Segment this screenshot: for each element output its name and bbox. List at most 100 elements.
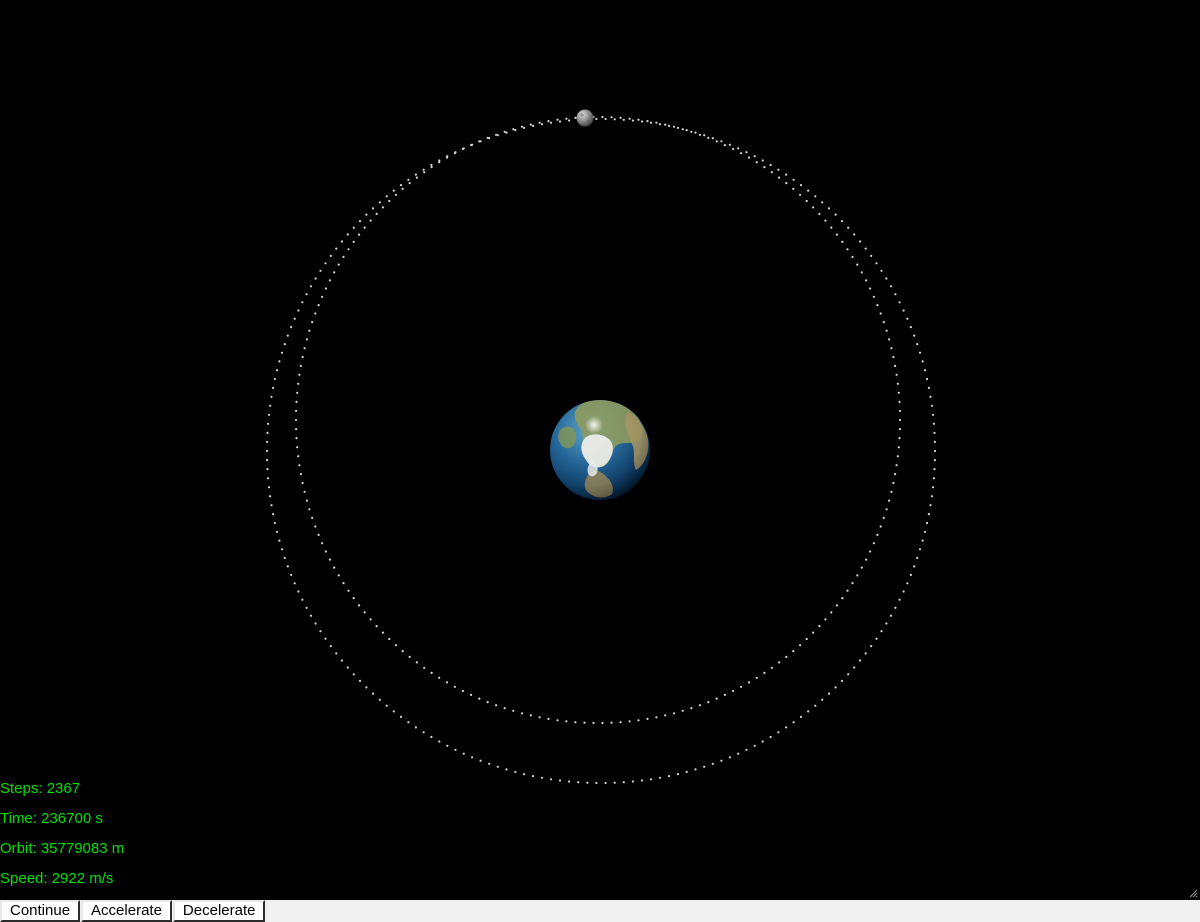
resize-grip-icon[interactable]	[1189, 889, 1198, 898]
trail-dot	[363, 226, 366, 229]
trail-dot	[538, 716, 541, 719]
trail-dot	[273, 521, 276, 525]
trail-dot	[267, 477, 270, 480]
trail-dot	[770, 171, 773, 174]
trail-dot	[619, 116, 622, 119]
trail-dot	[860, 271, 863, 274]
trail-dot	[898, 301, 901, 304]
trail-dot	[540, 123, 544, 126]
trail-dot	[818, 212, 821, 215]
trail-dot	[574, 116, 577, 119]
trail-dot	[394, 193, 397, 196]
trail-dot	[399, 184, 403, 187]
trail-dot	[267, 486, 271, 489]
trail-dot	[932, 477, 936, 480]
trail-dot	[888, 338, 891, 341]
trail-dot	[880, 630, 883, 633]
trail-dot	[523, 126, 526, 129]
trail-dot	[897, 446, 900, 449]
trail-dot	[324, 637, 327, 640]
trail-dot	[812, 631, 815, 634]
trail-dot	[876, 304, 879, 307]
trail-dot	[301, 481, 304, 485]
trail-dot	[378, 698, 381, 701]
trail-dot	[283, 343, 286, 346]
trail-dot	[295, 409, 298, 412]
trail-dot	[314, 312, 317, 315]
trail-dot	[658, 123, 662, 126]
trail-dot	[583, 721, 586, 724]
trail-dot	[690, 707, 693, 710]
time-readout: Time: 236700 s	[0, 810, 103, 827]
trail-dot	[745, 748, 748, 751]
trail-dot	[785, 173, 788, 176]
trail-dot	[538, 121, 541, 124]
trail-dot	[503, 130, 506, 133]
trail-dot	[478, 140, 481, 143]
trail-dot	[846, 248, 849, 251]
trail-dot	[286, 334, 289, 337]
trail-dot	[690, 130, 693, 133]
trail-dot	[375, 212, 378, 215]
decelerate-button[interactable]: Decelerate	[172, 900, 266, 922]
trail-dot	[337, 574, 340, 577]
accelerate-button[interactable]: Accelerate	[81, 900, 172, 922]
trail-dot	[821, 201, 824, 204]
trail-dot	[835, 233, 839, 236]
trail-dot	[755, 161, 758, 164]
trail-dot	[329, 645, 332, 648]
trail-dot	[595, 117, 598, 121]
trail-dot	[655, 716, 658, 719]
trail-dot	[777, 731, 780, 734]
trail-dot	[358, 679, 362, 683]
trail-dot	[358, 233, 361, 236]
trail-dot	[272, 386, 275, 389]
trail-dot	[346, 233, 349, 236]
trail-dot	[604, 781, 607, 785]
trail-dot	[328, 279, 331, 282]
trail-dot	[286, 565, 289, 568]
trail-dot	[297, 590, 300, 593]
trail-dot	[329, 254, 332, 257]
continue-button[interactable]: Continue	[0, 900, 81, 922]
trail-dot	[394, 644, 397, 647]
trail-dot	[807, 710, 810, 713]
trail-dot	[321, 542, 324, 545]
trail-dot	[847, 226, 850, 229]
trail-dot	[295, 428, 298, 431]
trail-dot	[785, 182, 788, 185]
trail-dot	[879, 312, 882, 315]
trail-dot	[565, 720, 568, 723]
trail-dot	[453, 152, 456, 155]
trail-dot	[408, 655, 411, 659]
trail-dot	[266, 431, 269, 434]
trail-dot	[933, 468, 936, 471]
trail-dot	[369, 219, 372, 222]
trail-dot	[333, 566, 336, 569]
trail-dot	[667, 775, 671, 778]
trail-dot	[269, 495, 272, 498]
trail-dot	[547, 120, 550, 123]
trail-dot	[834, 686, 837, 689]
trail-dot	[438, 740, 441, 743]
trail-dot	[295, 437, 298, 440]
trail-dot	[859, 240, 862, 243]
trail-dot	[703, 134, 706, 137]
trail-dot	[814, 195, 817, 198]
trail-dot	[298, 464, 301, 467]
trail-dot	[902, 309, 905, 312]
trail-dot	[835, 604, 839, 607]
trail-dot	[799, 184, 803, 187]
trail-dot	[916, 343, 919, 346]
trail-dot	[879, 525, 882, 528]
trail-dot	[778, 176, 781, 179]
trail-dot	[294, 418, 298, 422]
trail-dot	[896, 455, 899, 458]
trail-dot	[763, 671, 766, 675]
orbit-readout: Orbit: 35779083 m	[0, 840, 125, 857]
trail-dot	[830, 226, 833, 229]
trail-dot	[531, 124, 535, 127]
trail-dot	[703, 765, 706, 768]
trail-dot	[272, 513, 275, 516]
trail-dot	[715, 697, 718, 700]
